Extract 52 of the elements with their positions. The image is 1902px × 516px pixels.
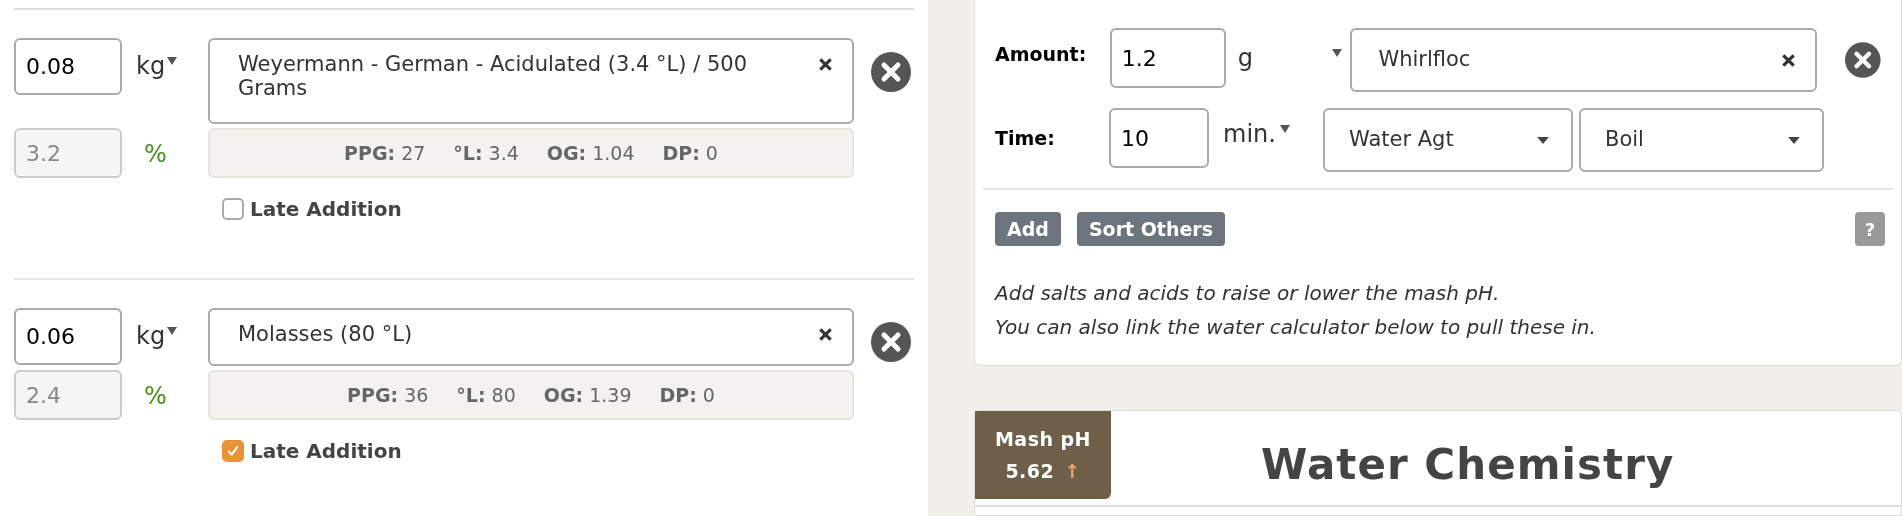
caret-icon[interactable]: [1537, 136, 1549, 144]
percent-input: 2.4: [14, 370, 122, 420]
stat-text: °L: 80: [456, 382, 516, 408]
checkbox-label[interactable]: Late Addition: [250, 194, 402, 224]
remove-icon[interactable]: [1845, 42, 1881, 78]
amount-input[interactable]: 0.08: [14, 38, 122, 95]
hint-text: Add salts and acids to raise or lower the mash pH.: [995, 280, 1501, 307]
action-button[interactable]: Add: [995, 212, 1061, 246]
clear-icon[interactable]: [1782, 53, 1796, 67]
checkbox[interactable]: [222, 198, 244, 220]
section-title: Water Chemistry: [1261, 439, 1675, 491]
action-button[interactable]: Sort Others: [1076, 212, 1226, 246]
stat-text: °L: 3.4: [453, 140, 519, 166]
checkbox[interactable]: [222, 440, 244, 462]
stat-text: DP: 0: [662, 140, 718, 166]
time-input[interactable]: 10: [1109, 108, 1209, 168]
amount-input[interactable]: 1.2: [1109, 28, 1226, 88]
percent-sign: %: [144, 140, 167, 168]
stat-text: DP: 0: [659, 382, 715, 408]
percent-input: 3.2: [14, 128, 122, 178]
caret-icon[interactable]: [1332, 48, 1343, 58]
clear-icon[interactable]: [819, 58, 832, 71]
ph-value: 5.62: [1005, 459, 1055, 484]
unit-label[interactable]: g: [1237, 40, 1253, 76]
percent-sign: %: [144, 382, 167, 410]
check-icon: [226, 444, 240, 458]
stat-text: PPG: 36: [347, 382, 429, 408]
caret-icon[interactable]: [1788, 136, 1800, 144]
amount-label: Amount:: [995, 42, 1088, 67]
unit-label[interactable]: min.: [1223, 116, 1276, 152]
caret-icon[interactable]: [1279, 124, 1290, 134]
unit-label[interactable]: kg: [136, 48, 166, 84]
mash-ph-badge: Mash pH 5.62 ↑: [975, 411, 1111, 499]
stat-text: PPG: 27: [344, 140, 426, 166]
ingredient-field[interactable]: Whirlfloc: [1350, 28, 1818, 92]
remove-icon[interactable]: [871, 52, 911, 92]
dropdown[interactable]: Water Agt: [1323, 108, 1573, 172]
clear-icon[interactable]: [819, 328, 832, 341]
ingredient-field[interactable]: Weyermann - German - Acidulated (3.4 °L) / 500 Grams: [208, 38, 854, 124]
checkbox-label[interactable]: Late Addition: [250, 436, 402, 466]
remove-icon[interactable]: [871, 322, 911, 362]
unit-label[interactable]: kg: [136, 318, 166, 354]
stat-text: OG: 1.04: [546, 140, 635, 166]
hint-text: You can also link the water calculator below to pull these in.: [995, 314, 1597, 341]
dropdown[interactable]: Boil: [1579, 108, 1824, 172]
caret-icon[interactable]: [167, 56, 178, 66]
stat-text: OG: 1.39: [543, 382, 632, 408]
time-label: Time:: [995, 126, 1056, 151]
amount-input[interactable]: 0.06: [14, 308, 122, 365]
ingredient-field[interactable]: Molasses (80 °L): [208, 308, 854, 366]
caret-icon[interactable]: [167, 326, 178, 336]
arrow-text: ↑: [1064, 459, 1081, 484]
